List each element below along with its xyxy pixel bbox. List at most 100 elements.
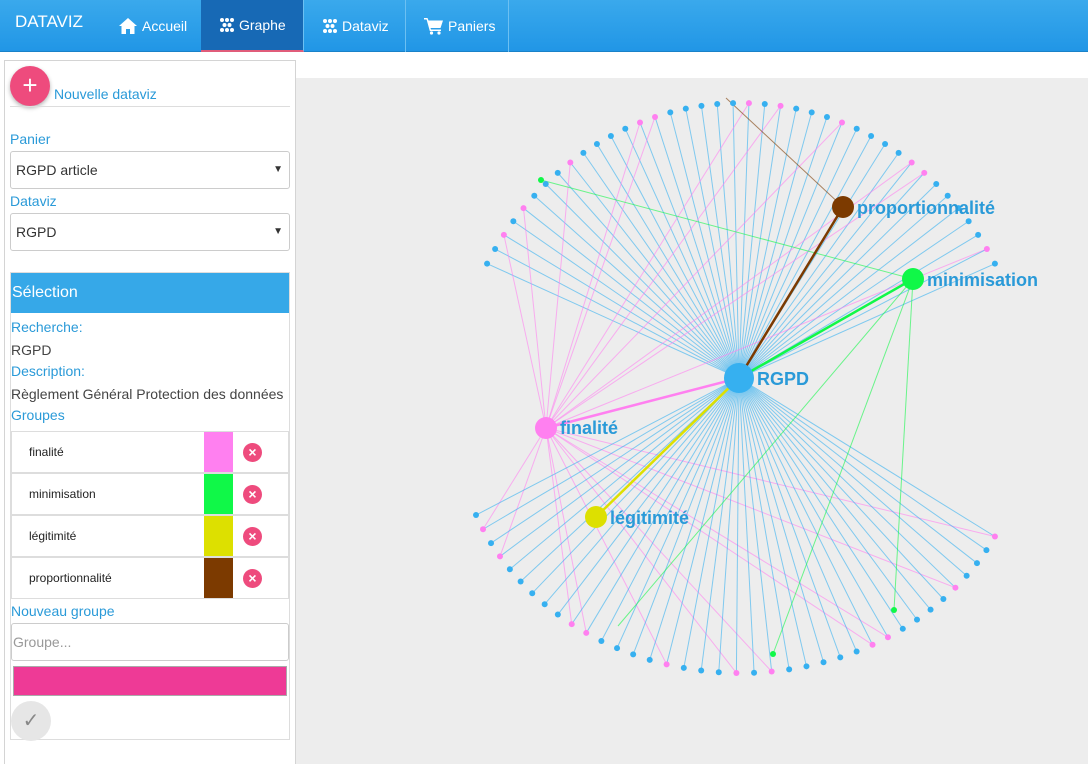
leaf-node[interactable] bbox=[598, 637, 605, 644]
leaf-node[interactable] bbox=[500, 231, 507, 238]
remove-group-icon[interactable]: × bbox=[243, 569, 262, 588]
leaf-node[interactable] bbox=[927, 606, 934, 613]
leaf-node[interactable] bbox=[715, 669, 722, 676]
leaf-node[interactable] bbox=[698, 667, 705, 674]
leaf-node[interactable] bbox=[770, 651, 776, 657]
leaf-node[interactable] bbox=[542, 180, 549, 187]
leaf-node[interactable] bbox=[580, 149, 587, 156]
leaf-node[interactable] bbox=[541, 601, 548, 608]
leaf-node[interactable] bbox=[554, 611, 561, 618]
new-group-color-picker[interactable] bbox=[13, 666, 287, 696]
leaf-node[interactable] bbox=[882, 141, 889, 148]
leaf-node[interactable] bbox=[630, 651, 637, 658]
group-row-minimisation[interactable]: minimisation × bbox=[11, 473, 289, 515]
leaf-node[interactable] bbox=[899, 625, 906, 632]
leaf-node[interactable] bbox=[991, 260, 998, 267]
leaf-node[interactable] bbox=[714, 101, 721, 108]
leaf-node[interactable] bbox=[492, 246, 499, 253]
leaf-node[interactable] bbox=[554, 169, 561, 176]
leaf-node[interactable] bbox=[496, 553, 503, 560]
leaf-node[interactable] bbox=[567, 159, 574, 166]
leaf-node[interactable] bbox=[940, 596, 947, 603]
leaf-node[interactable] bbox=[480, 526, 487, 533]
nav-paniers[interactable]: Paniers bbox=[406, 0, 509, 52]
leaf-node[interactable] bbox=[484, 260, 491, 267]
leaf-node[interactable] bbox=[520, 205, 527, 212]
leaf-node[interactable] bbox=[622, 125, 629, 132]
leaf-node[interactable] bbox=[607, 132, 614, 139]
leaf-node[interactable] bbox=[646, 656, 653, 663]
leaf-node[interactable] bbox=[538, 177, 544, 183]
leaf-node[interactable] bbox=[933, 180, 940, 187]
leaf-node[interactable] bbox=[914, 616, 921, 623]
group-color-swatch[interactable] bbox=[204, 474, 233, 514]
leaf-node[interactable] bbox=[510, 218, 517, 225]
group-node[interactable] bbox=[832, 196, 854, 218]
leaf-node[interactable] bbox=[963, 572, 970, 579]
group-row-finalite[interactable]: finalité × bbox=[11, 431, 289, 473]
group-node[interactable] bbox=[902, 268, 924, 290]
leaf-node[interactable] bbox=[973, 560, 980, 567]
remove-group-icon[interactable]: × bbox=[243, 527, 262, 546]
leaf-node[interactable] bbox=[745, 100, 752, 107]
leaf-node[interactable] bbox=[614, 645, 621, 652]
group-node[interactable] bbox=[535, 417, 557, 439]
leaf-node[interactable] bbox=[983, 547, 990, 554]
remove-group-icon[interactable]: × bbox=[243, 443, 262, 462]
leaf-node[interactable] bbox=[698, 102, 705, 109]
leaf-node[interactable] bbox=[908, 159, 915, 166]
leaf-node[interactable] bbox=[488, 540, 495, 547]
group-color-swatch[interactable] bbox=[204, 432, 233, 472]
group-color-swatch[interactable] bbox=[204, 516, 233, 556]
leaf-node[interactable] bbox=[868, 132, 875, 139]
group-row-proportionnalite[interactable]: proportionnalité × bbox=[11, 557, 289, 599]
leaf-node[interactable] bbox=[529, 590, 536, 597]
leaf-node[interactable] bbox=[803, 663, 810, 670]
leaf-node[interactable] bbox=[751, 669, 758, 676]
nav-graphe[interactable]: Graphe bbox=[201, 0, 304, 52]
leaf-node[interactable] bbox=[637, 119, 644, 126]
leaf-node[interactable] bbox=[884, 634, 891, 641]
leaf-node[interactable] bbox=[891, 607, 897, 613]
leaf-node[interactable] bbox=[869, 641, 876, 648]
nav-dataviz[interactable]: Dataviz bbox=[304, 0, 406, 52]
leaf-node[interactable] bbox=[593, 141, 600, 148]
remove-group-icon[interactable]: × bbox=[243, 485, 262, 504]
leaf-node[interactable] bbox=[761, 101, 768, 108]
leaf-node[interactable] bbox=[531, 192, 538, 199]
leaf-node[interactable] bbox=[652, 113, 659, 120]
leaf-node[interactable] bbox=[733, 669, 740, 676]
nav-accueil[interactable]: Accueil bbox=[100, 0, 205, 52]
leaf-node[interactable] bbox=[975, 231, 982, 238]
leaf-node[interactable] bbox=[823, 113, 830, 120]
leaf-node[interactable] bbox=[517, 578, 524, 585]
leaf-node[interactable] bbox=[663, 661, 670, 668]
group-row-legitimite[interactable]: légitimité × bbox=[11, 515, 289, 557]
leaf-node[interactable] bbox=[506, 566, 513, 573]
app-brand[interactable]: DATAVIZ bbox=[15, 12, 83, 32]
leaf-node[interactable] bbox=[667, 109, 674, 116]
leaf-node[interactable] bbox=[921, 169, 928, 176]
leaf-node[interactable] bbox=[952, 584, 959, 591]
center-node[interactable] bbox=[724, 363, 754, 393]
leaf-node[interactable] bbox=[838, 119, 845, 126]
leaf-node[interactable] bbox=[786, 666, 793, 673]
leaf-node[interactable] bbox=[730, 100, 737, 107]
leaf-node[interactable] bbox=[837, 654, 844, 661]
leaf-node[interactable] bbox=[777, 102, 784, 109]
leaf-node[interactable] bbox=[820, 659, 827, 666]
leaf-node[interactable] bbox=[473, 512, 480, 519]
group-node[interactable] bbox=[585, 506, 607, 528]
leaf-node[interactable] bbox=[793, 105, 800, 112]
leaf-node[interactable] bbox=[808, 109, 815, 116]
graph-canvas[interactable]: RGPD finalité minimisation légitimité propor… bbox=[296, 78, 1088, 764]
group-color-swatch[interactable] bbox=[204, 558, 233, 598]
leaf-node[interactable] bbox=[853, 648, 860, 655]
confirm-group-button[interactable]: ✓ bbox=[11, 701, 51, 741]
add-dataviz-button[interactable]: + bbox=[10, 66, 50, 106]
leaf-node[interactable] bbox=[983, 246, 990, 253]
leaf-node[interactable] bbox=[568, 621, 575, 628]
leaf-node[interactable] bbox=[895, 149, 902, 156]
leaf-node[interactable] bbox=[853, 125, 860, 132]
dataviz-select[interactable]: RGPD ▼ bbox=[10, 213, 290, 251]
